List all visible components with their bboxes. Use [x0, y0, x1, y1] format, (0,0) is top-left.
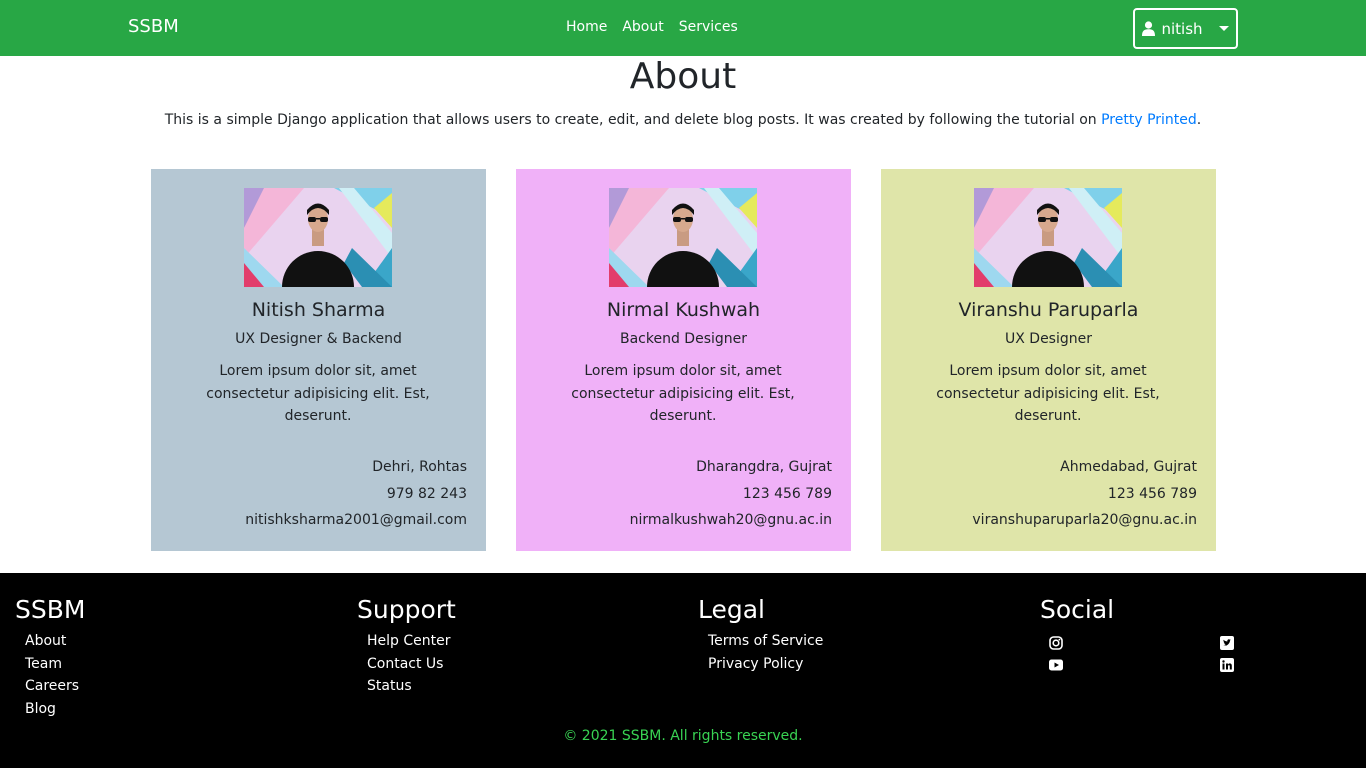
footer-link-blog[interactable]: Blog: [25, 701, 56, 717]
member-name: Viranshu Paruparla: [958, 299, 1139, 321]
member-description: Lorem ipsum dolor sit, amet consectetur …: [571, 363, 795, 424]
footer-heading: SSBM: [15, 595, 86, 624]
member-email: viranshuparuparla20@gnu.ac.in: [972, 512, 1197, 528]
nav-services-link[interactable]: Services: [679, 19, 738, 35]
member-contact: Dharangdra, Gujrat 123 456 789 nirmalkus…: [630, 454, 832, 534]
user-name: nitish: [1161, 19, 1203, 38]
footer-column-social: Social: [1040, 595, 1240, 672]
member-role: Backend Designer: [619, 331, 748, 347]
member-role: UX Designer & Backend: [235, 331, 402, 347]
member-phone: 123 456 789: [1107, 485, 1197, 502]
footer-link-status[interactable]: Status: [367, 678, 412, 694]
member-location: Dharangdra, Gujrat: [696, 459, 832, 475]
member-email: nirmalkushwah20@gnu.ac.in: [629, 512, 832, 528]
footer-heading: Support: [357, 595, 456, 624]
intro-text: This is a simple Django application that…: [0, 112, 1366, 128]
footer: SSBM About Team Careers Blog Support Hel…: [0, 573, 1366, 768]
footer-heading: Legal: [698, 595, 766, 624]
footer-link-careers[interactable]: Careers: [25, 678, 79, 694]
footer-column-support: Support Help Center Contact Us Status: [357, 595, 456, 698]
user-dropdown-button[interactable]: nitish: [1133, 8, 1238, 49]
footer-link-list: Terms of Service Privacy Policy: [698, 630, 823, 675]
member-description: Lorem ipsum dolor sit, amet consectetur …: [936, 363, 1160, 424]
team-card: Nitish Sharma UX Designer & Backend Lore…: [151, 169, 486, 551]
intro-body: This is a simple Django application that…: [164, 112, 1102, 128]
brand-link[interactable]: SSBM: [128, 16, 179, 37]
member-email: nitishksharma2001@gmail.com: [245, 512, 467, 528]
footer-column-legal: Legal Terms of Service Privacy Policy: [698, 595, 823, 675]
member-name: Nirmal Kushwah: [606, 299, 761, 321]
footer-link-list: Help Center Contact Us Status: [357, 630, 456, 698]
linkedin-icon[interactable]: [1220, 657, 1234, 672]
user-icon: [1142, 21, 1156, 36]
page-title: About: [629, 56, 737, 97]
team-card: Viranshu Paruparla UX Designer Lorem ips…: [881, 169, 1216, 551]
profile-photo: [974, 188, 1122, 287]
member-contact: Ahmedabad, Gujrat 123 456 789 viranshupa…: [972, 454, 1197, 534]
member-role: UX Designer: [1005, 331, 1092, 347]
nav-home-link[interactable]: Home: [566, 19, 607, 35]
member-contact: Dehri, Rohtas 979 82 243 nitishksharma20…: [245, 454, 467, 534]
navbar: SSBM Home About Services nitish: [0, 0, 1366, 56]
member-description: Lorem ipsum dolor sit, amet consectetur …: [206, 363, 430, 424]
footer-heading: Social: [1040, 595, 1115, 624]
profile-photo: [244, 188, 392, 287]
footer-link-contact-us[interactable]: Contact Us: [367, 656, 443, 672]
footer-column-ssbm: SSBM About Team Careers Blog: [15, 595, 85, 720]
nav-links: Home About Services: [566, 19, 738, 35]
footer-link-team[interactable]: Team: [25, 656, 62, 672]
copyright-text: © 2021 SSBM. All rights reserved.: [563, 728, 803, 744]
footer-link-privacy[interactable]: Privacy Policy: [708, 656, 803, 672]
instagram-icon[interactable]: [1049, 635, 1063, 650]
footer-link-list: About Team Careers Blog: [15, 630, 85, 720]
pretty-printed-link[interactable]: Pretty Printed: [1101, 112, 1197, 128]
member-location: Ahmedabad, Gujrat: [1060, 459, 1197, 475]
profile-photo: [609, 188, 757, 287]
caret-down-icon: [1218, 26, 1229, 31]
footer-link-about[interactable]: About: [25, 633, 66, 649]
intro-end: .: [1196, 112, 1202, 128]
member-phone: 979 82 243: [386, 485, 467, 502]
youtube-icon[interactable]: [1049, 657, 1063, 671]
member-phone: 123 456 789: [742, 485, 832, 502]
footer-link-help-center[interactable]: Help Center: [367, 633, 451, 649]
nav-about-link[interactable]: About: [622, 19, 663, 35]
footer-link-terms[interactable]: Terms of Service: [708, 633, 823, 649]
member-location: Dehri, Rohtas: [372, 459, 467, 475]
social-icons: [1040, 630, 1240, 672]
team-card: Nirmal Kushwah Backend Designer Lorem ip…: [516, 169, 851, 551]
member-name: Nitish Sharma: [251, 299, 386, 321]
twitter-icon[interactable]: [1220, 635, 1234, 650]
